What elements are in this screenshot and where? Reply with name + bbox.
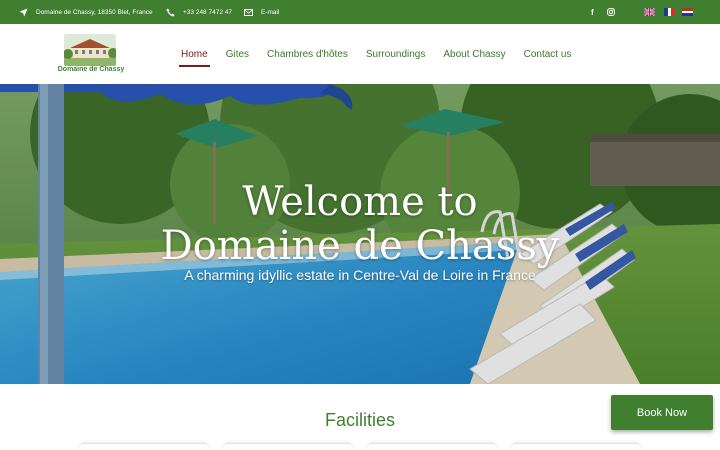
address-item: Domaine de Chassy, 18350 Blet, France xyxy=(19,0,153,24)
nav-item-contact-us[interactable]: Contact us xyxy=(524,24,572,84)
hero-title-line2: Domaine de Chassy xyxy=(160,223,560,269)
flag-dutch-icon[interactable] xyxy=(682,8,693,16)
phone-text[interactable]: +33 248 7472 47 xyxy=(183,9,232,16)
email-link[interactable]: E-mail xyxy=(261,9,279,16)
book-now-button[interactable]: Book Now xyxy=(611,395,713,430)
nav-item-gites[interactable]: Gites xyxy=(226,24,249,84)
main-nav: Home Gites Chambres d'hôtes Surroundings… xyxy=(179,24,572,84)
instagram-icon[interactable] xyxy=(607,0,615,24)
phone-item[interactable]: +33 248 7472 47 xyxy=(166,0,232,24)
hero-banner: Welcome to Domaine de Chassy A charming … xyxy=(0,84,720,384)
top-info-bar: Domaine de Chassy, 18350 Blet, France +3… xyxy=(0,0,720,24)
nav-item-surroundings[interactable]: Surroundings xyxy=(366,24,425,84)
hero-title-line1: Welcome to xyxy=(242,179,478,225)
flag-english-icon[interactable] xyxy=(644,8,655,16)
logo-image[interactable] xyxy=(64,34,116,66)
logo-text[interactable]: Domaine de Chassy xyxy=(52,66,130,73)
facility-card[interactable] xyxy=(512,443,640,450)
address-text: Domaine de Chassy, 18350 Blet, France xyxy=(36,8,153,16)
nav-item-home[interactable]: Home xyxy=(179,24,210,84)
nav-item-chambres-dhotes[interactable]: Chambres d'hôtes xyxy=(267,24,348,84)
facebook-icon[interactable]: f xyxy=(591,0,594,24)
facility-card[interactable] xyxy=(224,443,352,450)
nav-item-about-chassy[interactable]: About Chassy xyxy=(443,24,505,84)
location-arrow-icon xyxy=(19,7,28,17)
facility-card[interactable] xyxy=(368,443,496,450)
hero-subtitle: A charming idyllic estate in Centre-Val … xyxy=(184,267,536,283)
phone-icon xyxy=(166,7,175,17)
facility-cards xyxy=(80,443,640,450)
site-header: Domaine de Chassy Home Gites Chambres d'… xyxy=(0,24,720,84)
envelope-icon xyxy=(244,8,253,17)
flag-french-icon[interactable] xyxy=(664,8,675,16)
email-item[interactable]: E-mail xyxy=(244,0,279,24)
facility-card[interactable] xyxy=(80,443,208,450)
